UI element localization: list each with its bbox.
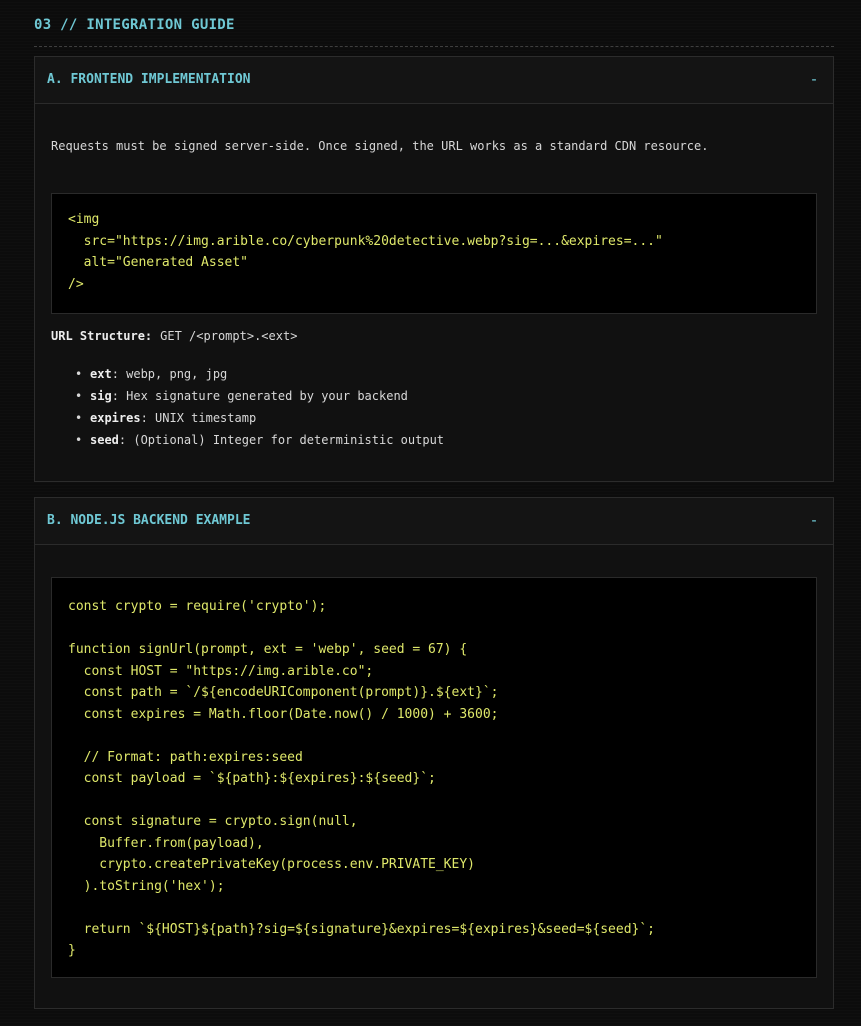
url-structure-label: URL Structure: bbox=[51, 329, 153, 343]
backend-panel: B. NODE.JS BACKEND EXAMPLE - const crypt… bbox=[34, 497, 834, 1009]
list-item: sig: Hex signature generated by your bac… bbox=[75, 385, 444, 407]
section-divider bbox=[34, 46, 834, 47]
parameter-key: ext bbox=[90, 367, 112, 381]
backend-code-block: const crypto = require('crypto'); functi… bbox=[51, 577, 817, 978]
frontend-panel: A. FRONTEND IMPLEMENTATION - Requests mu… bbox=[34, 56, 834, 482]
collapse-backend-button[interactable]: - bbox=[805, 508, 823, 532]
parameter-key: seed bbox=[90, 433, 119, 447]
frontend-panel-title: A. FRONTEND IMPLEMENTATION bbox=[47, 72, 251, 87]
backend-panel-title: B. NODE.JS BACKEND EXAMPLE bbox=[47, 513, 251, 528]
list-item: ext: webp, png, jpg bbox=[75, 363, 444, 385]
parameter-key: sig bbox=[90, 389, 112, 403]
integration-guide-page: 03 // INTEGRATION GUIDE A. FRONTEND IMPL… bbox=[0, 0, 861, 1026]
parameter-description: : (Optional) Integer for deterministic o… bbox=[118, 433, 445, 447]
frontend-code-block: <img src="https://img.arible.co/cyberpun… bbox=[51, 193, 817, 314]
frontend-panel-header[interactable]: A. FRONTEND IMPLEMENTATION - bbox=[35, 57, 833, 104]
frontend-intro-text: Requests must be signed server-side. Onc… bbox=[51, 139, 709, 153]
parameter-description: : webp, png, jpg bbox=[111, 367, 228, 381]
url-structure: URL Structure: GET /<prompt>.<ext> bbox=[51, 329, 297, 343]
section-title: 03 // INTEGRATION GUIDE bbox=[34, 17, 235, 33]
backend-panel-header[interactable]: B. NODE.JS BACKEND EXAMPLE - bbox=[35, 498, 833, 545]
url-structure-value: GET /<prompt>.<ext> bbox=[160, 329, 298, 343]
parameter-description: : UNIX timestamp bbox=[140, 411, 257, 425]
parameter-key: expires bbox=[90, 411, 141, 425]
collapse-frontend-button[interactable]: - bbox=[805, 67, 823, 91]
parameter-description: : Hex signature generated by your backen… bbox=[111, 389, 408, 403]
list-item: seed: (Optional) Integer for determinist… bbox=[75, 429, 444, 451]
list-item: expires: UNIX timestamp bbox=[75, 407, 444, 429]
parameter-list: ext: webp, png, jpg sig: Hex signature g… bbox=[75, 363, 444, 451]
